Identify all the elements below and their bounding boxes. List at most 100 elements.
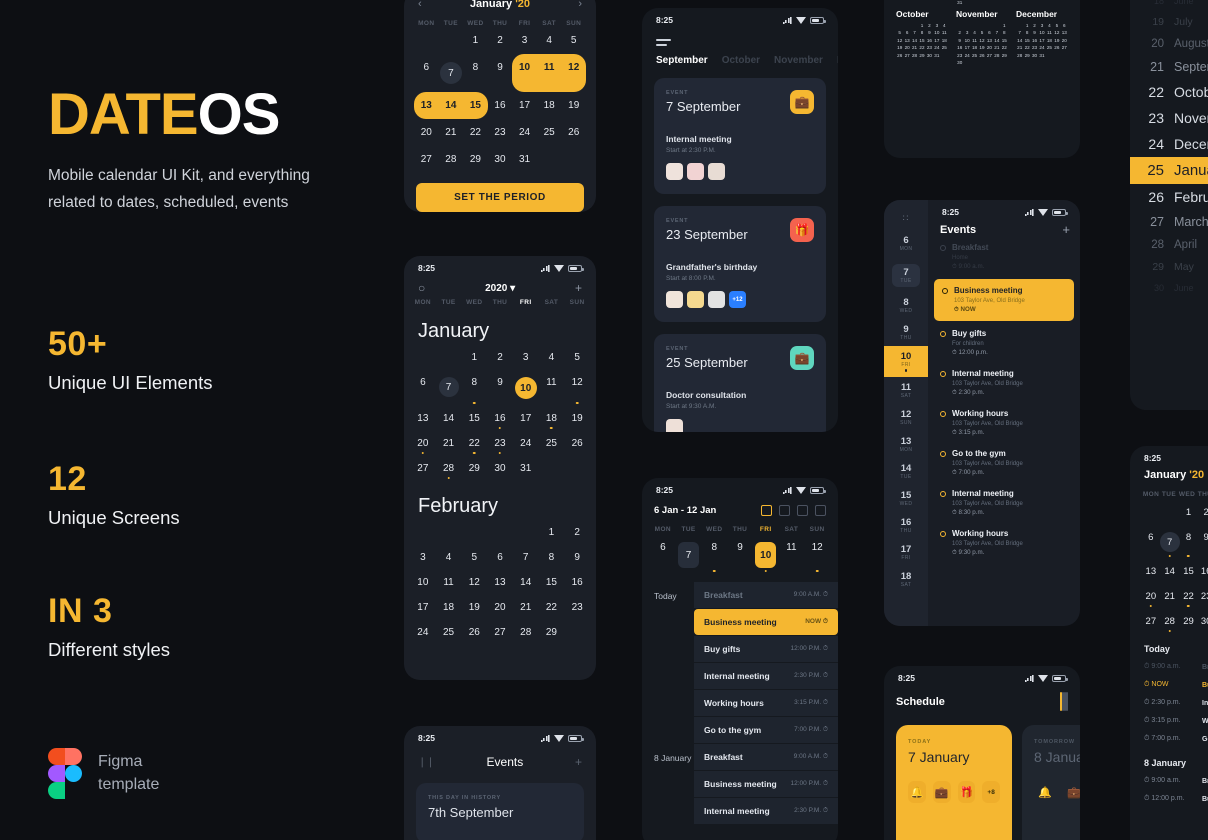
day-cell[interactable]: 9 [487,370,513,406]
schedule-icon-0[interactable]: 🔔 [1034,781,1056,803]
menu-icon[interactable] [656,39,671,46]
next-month-icon[interactable]: › [578,0,582,10]
year-month-october[interactable]: October 1 2 3 4 5 6 7 8 9 10 11 12 13 14 15 16 17 18 19 20 21… [896,9,948,66]
agenda-item[interactable]: Working hours 3:15 P.M. ⏱ [694,690,838,716]
day-cell[interactable]: 6 [410,370,436,406]
day-cell[interactable]: 14 [438,92,464,119]
day-cell[interactable]: 19 [564,406,590,431]
day-cell[interactable]: 8 [539,545,565,570]
date-row[interactable]: 24 December [1130,131,1208,157]
timeline-event[interactable]: Internal meeting 103 Taylor Ave, Old Brid… [928,363,1080,403]
agenda-item[interactable]: Go to the gym 7:00 P.M. ⏱ [694,717,838,743]
view-switcher[interactable] [761,505,826,516]
day-cell[interactable]: 6 [487,545,513,570]
day-cell[interactable]: 2 [564,520,590,545]
day-cell[interactable]: 14 [436,406,462,431]
day-cell[interactable]: 13 [414,92,439,119]
day-cell[interactable]: 20 [414,119,439,146]
day-cell[interactable]: 8 [1180,525,1198,559]
day-cell[interactable]: 22 [539,595,565,620]
day-cell[interactable]: 29 [1180,609,1198,634]
week-day-cell[interactable]: 12 [804,536,830,574]
date-row[interactable]: 29 May [1130,256,1208,278]
day-cell[interactable]: 5 [461,545,487,570]
schedule-icon-2[interactable]: 🎁 [957,781,976,803]
date-row[interactable]: 18 June [1130,0,1208,11]
day-cell[interactable]: 5 [564,345,590,370]
day-cell[interactable]: 11 [436,570,462,595]
day-cell[interactable]: 22 [461,431,487,456]
date-row[interactable]: 25 January [1130,157,1208,184]
period-day-grid[interactable]: 1 2 3 4 5 6 7 8 9 10 11 12 13 14 15 16 17 18 19 20 21 22 23 24 2… [404,27,596,173]
day-cell[interactable]: 15 [463,92,488,119]
day-cell[interactable]: 23 [488,119,513,146]
day-cell[interactable]: 24 [513,431,539,456]
rail-day[interactable]: 13 MON [884,431,928,458]
rail-day[interactable]: 15 WED [884,485,928,512]
day-cell[interactable]: 19 [561,92,586,119]
add-event-icon[interactable]: + [1062,222,1070,237]
day-cell[interactable]: 22 [463,119,488,146]
day-cell[interactable]: 4 [539,345,565,370]
prev-month-icon[interactable]: ‹ [418,0,422,10]
month-tabs[interactable]: September October November December [642,41,838,66]
timeline-event[interactable]: Working hours 103 Taylor Ave, Old Bridge ⏱… [928,523,1080,563]
day-cell[interactable]: 12 [561,54,586,92]
week-day-cell[interactable]: 10 [753,536,779,574]
day-cell[interactable]: 17 [410,595,436,620]
view-switcher[interactable] [1060,692,1068,711]
set-period-button[interactable]: SET THE PERIOD [416,183,584,212]
agenda-item[interactable]: ⏱ 7:00 p.m. Go to the gym [1130,730,1208,748]
agenda-item[interactable]: Breakfast 9:00 A.M. ⏱ [694,744,838,770]
rail-day[interactable]: 6 MON [884,230,928,257]
day-cell[interactable]: 4 [537,27,562,54]
rail-day[interactable]: 10 FRI [884,346,928,377]
day-cell[interactable]: 28 [513,620,539,645]
day-cell[interactable]: 7 [439,54,464,92]
day-cell[interactable]: 18 [537,92,562,119]
day-cell[interactable]: 4 [436,545,462,570]
day-cell[interactable]: 7 [513,545,539,570]
day-cell[interactable]: 13 [410,406,436,431]
day-cell[interactable]: 3 [410,545,436,570]
day-cell[interactable]: 30 [488,146,513,173]
day-cell[interactable]: 21 [513,595,539,620]
agenda-item[interactable]: Internal meeting 2:30 P.M. ⏱ [694,798,838,824]
rail-day[interactable]: 18 SAT [884,566,928,593]
schedule-icon-0[interactable]: 🔔 [908,781,926,803]
day-cell[interactable]: 15 [461,406,487,431]
timeline-event[interactable]: Go to the gym 103 Taylor Ave, Old Bridge ⏱… [928,443,1080,483]
rail-day[interactable]: 17 FRI [884,539,928,566]
add-event-icon[interactable]: + [575,755,582,769]
day-cell[interactable]: 10 [410,570,436,595]
day-cell[interactable]: 1 [1180,500,1198,525]
day-cell[interactable]: 19 [461,595,487,620]
month-tab-november[interactable]: November [774,55,823,66]
agenda-item[interactable]: ⏱ 9:00 a.m. Breakfast [1130,772,1208,790]
schedule-icon-1[interactable]: 💼 [932,781,951,803]
agenda-item[interactable]: Buy gifts 12:00 P.M. ⏱ [694,636,838,662]
day-cell[interactable]: 22 [1180,584,1198,609]
rail-day[interactable]: 12 SUN [884,404,928,431]
day-cell[interactable]: 20 [410,431,436,456]
date-picker-list[interactable]: 18 June 19 July 20 August 21 September 22 October… [1130,0,1208,298]
date-row[interactable]: 21 September [1130,55,1208,79]
day-cell[interactable]: 11 [539,370,565,406]
week-day-cell[interactable]: 6 [650,536,676,574]
day-cell[interactable]: 6 [1142,525,1160,559]
day-cell[interactable]: 23 [564,595,590,620]
day-cell[interactable]: 17 [513,406,539,431]
day-cell[interactable]: 29 [539,620,565,645]
day-cell[interactable]: 12 [564,370,590,406]
schedule-card[interactable]: TOMORROW8 January🔔💼🎁 [1022,725,1080,840]
day-cell[interactable]: 25 [539,431,565,456]
timeline-event[interactable]: Internal meeting 103 Taylor Ave, Old Brid… [928,483,1080,523]
day-cell[interactable]: 31 [512,146,537,173]
rail-day[interactable]: 11 SAT [884,377,928,404]
agenda-item[interactable]: Internal meeting 2:30 P.M. ⏱ [694,663,838,689]
date-row[interactable]: 19 July [1130,11,1208,33]
drag-handle-icon[interactable]: ∷ [884,200,928,230]
day-cell[interactable]: 28 [439,146,464,173]
agenda-item[interactable]: ⏱ 2:30 p.m. Internal meeting [1130,694,1208,712]
agenda-item[interactable]: ⏱ 9:00 a.m. Breakfast [1130,658,1208,676]
